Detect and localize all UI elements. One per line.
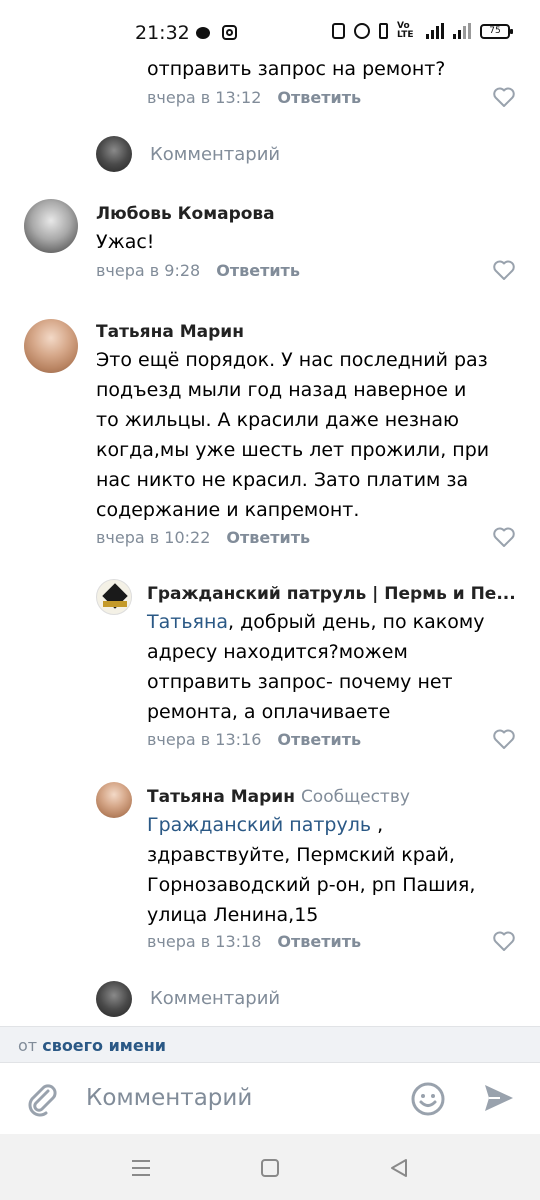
vibrate-icon xyxy=(379,23,388,39)
alarm-icon xyxy=(354,23,370,39)
reply-comment-field[interactable]: Комментарий xyxy=(150,144,280,165)
comment-text-line: содержание и капремонт. xyxy=(96,499,360,521)
comment-input-bar: Комментарий xyxy=(0,1062,540,1134)
comment-text-line: Гражданский патруль , xyxy=(147,810,383,840)
user-avatar xyxy=(96,981,132,1017)
reply-button[interactable]: Ответить xyxy=(277,932,361,951)
avatar[interactable] xyxy=(96,782,132,818)
reply-comment-field[interactable]: Комментарий xyxy=(150,988,280,1009)
like-heart-icon[interactable] xyxy=(492,86,516,108)
comment-text-rest: , добрый день, по какому xyxy=(228,611,485,633)
comment-text-line: когда,мы уже шесть лет прожили, при xyxy=(96,439,490,461)
reply-target: Сообществу xyxy=(300,787,410,807)
comment-text-line: то жильцы. А красили даже незнаю xyxy=(96,409,459,431)
comment-author[interactable]: Татьяна Марин Сообществу xyxy=(147,787,410,807)
comment-meta: вчера в 9:28 Ответить xyxy=(96,261,300,280)
paperclip-icon[interactable] xyxy=(24,1081,60,1117)
comment-text-line: Татьяна, добрый день, по какому xyxy=(147,607,484,637)
reply-button[interactable]: Ответить xyxy=(277,730,361,749)
status-bar: 21:32 Vo LTE 75 xyxy=(0,0,540,54)
send-icon[interactable] xyxy=(482,1081,516,1115)
nfc-icon xyxy=(332,23,345,39)
comment-text-line: нас никто не красил. Зато платим за xyxy=(96,469,469,491)
comment-text-line: ремонта, а оплачиваете xyxy=(147,701,391,723)
comment-text-line: улица Ленина,15 xyxy=(147,904,319,926)
post-as-label: от своего имени xyxy=(18,1036,166,1055)
comment-date: вчера в 13:12 xyxy=(147,88,262,107)
comment-meta: вчера в 13:18 Ответить xyxy=(147,932,361,951)
user-avatar xyxy=(96,136,132,172)
like-heart-icon[interactable] xyxy=(492,930,516,952)
comment-input[interactable]: Комментарий xyxy=(86,1085,252,1111)
comment-author[interactable]: Гражданский патруль | Пермь и Пе... xyxy=(147,584,516,604)
status-icons: Vo LTE 75 xyxy=(332,21,513,40)
comment-meta: вчера в 13:12 Ответить xyxy=(147,88,361,107)
menu-icon[interactable] xyxy=(130,1158,152,1178)
comment-date: вчера в 13:16 xyxy=(147,730,262,749)
comment-text-line: подъезд мыли год назад наверное и xyxy=(96,379,467,401)
battery-icon: 75 xyxy=(480,23,513,39)
comment-text: Ужас! xyxy=(96,231,155,253)
mention-link[interactable]: Гражданский патруль xyxy=(147,814,371,836)
comment-text-line: адресу находится?можем xyxy=(147,641,408,663)
comments-feed[interactable]: отправить запрос на ремонт? вчера в 13:1… xyxy=(0,54,540,1026)
emoji-icon[interactable] xyxy=(410,1081,446,1117)
comment-date: вчера в 10:22 xyxy=(96,528,211,547)
like-heart-icon[interactable] xyxy=(492,526,516,548)
mention-link[interactable]: Татьяна xyxy=(147,611,228,633)
like-heart-icon[interactable] xyxy=(492,728,516,750)
post-as-link[interactable]: своего имени xyxy=(42,1036,166,1055)
comment-text-line: Горнозаводский р-он, рп Пашия, xyxy=(147,874,476,896)
reply-button[interactable]: Ответить xyxy=(277,88,361,107)
post-as-bar[interactable]: от своего имени xyxy=(0,1026,540,1062)
comment-text: отправить запрос на ремонт? xyxy=(147,58,446,80)
signal-icon-2 xyxy=(453,23,471,39)
reply-button[interactable]: Ответить xyxy=(216,261,300,280)
avatar[interactable] xyxy=(24,199,78,253)
comment-meta: вчера в 13:16 Ответить xyxy=(147,730,361,749)
comment-text-rest: , xyxy=(371,814,384,836)
comment-author[interactable]: Татьяна Марин xyxy=(96,322,244,342)
post-as-prefix: от xyxy=(18,1036,38,1055)
comment-text-line: Это ещё порядок. У нас последний раз xyxy=(96,349,488,371)
author-name[interactable]: Татьяна Марин xyxy=(147,787,295,807)
volte-icon: Vo LTE xyxy=(397,21,414,40)
avatar[interactable] xyxy=(24,319,78,373)
comment-date: вчера в 13:18 xyxy=(147,932,262,951)
like-heart-icon[interactable] xyxy=(492,259,516,281)
comment-text-line: здравствуйте, Пермский край, xyxy=(147,844,455,866)
status-time: 21:32 xyxy=(135,22,190,44)
home-icon[interactable] xyxy=(259,1157,281,1179)
system-nav-bar xyxy=(0,1134,540,1200)
message-icon xyxy=(196,27,210,39)
comment-meta: вчера в 10:22 Ответить xyxy=(96,528,310,547)
reply-button[interactable]: Ответить xyxy=(226,528,310,547)
instagram-icon xyxy=(222,25,237,40)
comment-text-line: отправить запрос- почему нет xyxy=(147,671,453,693)
back-icon[interactable] xyxy=(388,1156,410,1180)
community-avatar[interactable] xyxy=(96,579,132,615)
comment-date: вчера в 9:28 xyxy=(96,261,201,280)
comment-author[interactable]: Любовь Комарова xyxy=(96,204,275,224)
patrol-logo-bar xyxy=(103,601,127,607)
signal-icon-1 xyxy=(426,23,444,39)
